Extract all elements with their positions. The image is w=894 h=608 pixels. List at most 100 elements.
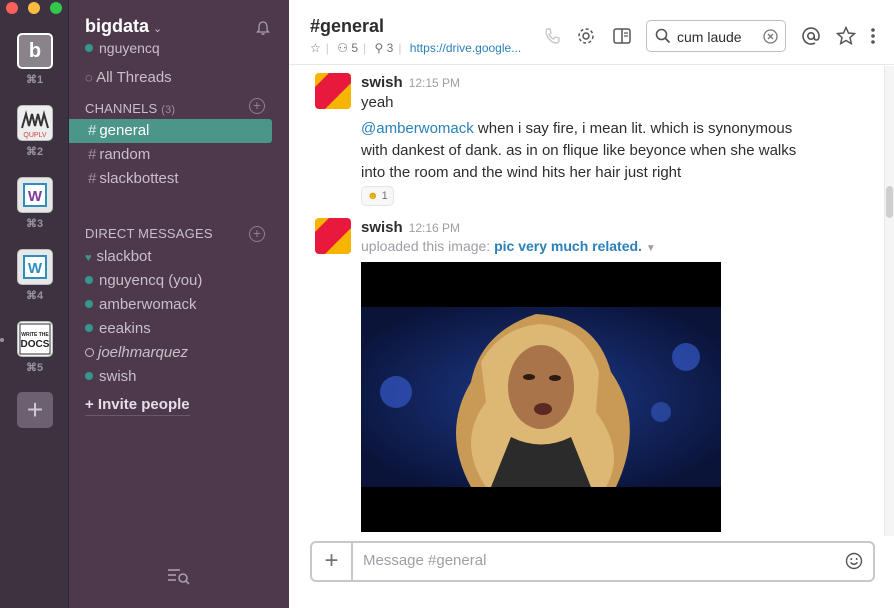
dm-item-amberwomack[interactable]: amberwomack	[85, 294, 197, 316]
add-team-button[interactable]: +	[17, 392, 53, 428]
upload-prefix: uploaded this image:	[361, 238, 491, 254]
message-text: @amberwomack when i say fire, i mean lit…	[361, 118, 821, 184]
team-initial: b	[28, 39, 42, 62]
dm-label: slackbot	[96, 248, 152, 265]
team-menu-button[interactable]: bigdata ⌄	[85, 16, 162, 37]
svg-text:QUPLV: QUPLV	[23, 132, 47, 139]
invite-people-button[interactable]: + Invite people	[85, 396, 190, 416]
swish-avatar-icon	[315, 218, 351, 254]
presence-online-icon	[85, 276, 93, 284]
uploaded-image[interactable]	[361, 262, 721, 532]
message-composer[interactable]: + Message #general	[310, 541, 875, 582]
team-writethedocs-button[interactable]: WRITE THE DOCS	[17, 321, 53, 357]
add-channel-button[interactable]: +	[249, 98, 265, 114]
search-input[interactable]: cum laude	[646, 20, 786, 52]
file-name-link[interactable]: pic very much related.	[494, 238, 642, 254]
dm-item-joelhmarquez[interactable]: joelhmarquez	[85, 342, 188, 364]
team-shortcut: ⌘2	[25, 146, 44, 158]
quick-switcher-icon[interactable]	[166, 566, 192, 586]
hash-icon: #	[88, 146, 97, 163]
message-timestamp[interactable]: 12:15 PM	[409, 76, 460, 90]
all-threads-label: All Threads	[96, 69, 172, 86]
sidebar-item-random[interactable]: # random	[69, 143, 272, 167]
channels-header[interactable]: CHANNELS (3)	[85, 101, 175, 116]
dm-item-swish[interactable]: swish	[85, 366, 137, 388]
upload-caption: uploaded this image: pic very much relat…	[361, 238, 656, 254]
more-options-icon[interactable]	[865, 25, 881, 47]
dm-header-label: DIRECT MESSAGES	[85, 226, 213, 241]
star-icon[interactable]: ☆	[310, 41, 321, 55]
message-text: yeah	[361, 94, 394, 111]
sidebar-item-slackbottest[interactable]: # slackbottest	[69, 167, 272, 191]
svg-text:W: W	[28, 260, 43, 277]
channels-header-label: CHANNELS	[85, 101, 158, 116]
search-icon	[655, 28, 671, 44]
emoji-icon[interactable]	[845, 552, 863, 570]
dm-item-eeakins[interactable]: eeakins	[85, 318, 151, 340]
avatar[interactable]	[315, 73, 351, 109]
message-scrollbar[interactable]	[884, 66, 894, 536]
author-name: swish	[361, 74, 403, 91]
team-bigdata-button[interactable]: b	[17, 33, 53, 69]
channel-sidebar: bigdata ⌄ nguyencq ◌ All Threads CHANNELS…	[69, 0, 289, 608]
team-shortcut: ⌘1	[25, 74, 44, 86]
member-count: 5	[351, 41, 359, 55]
channel-label: random	[99, 146, 151, 163]
starred-items-icon[interactable]	[835, 25, 857, 47]
current-user-name: nguyencq	[99, 40, 160, 56]
hash-icon: #	[88, 170, 97, 187]
reaction-button[interactable]: ☻ 1	[361, 186, 394, 206]
pin-icon[interactable]: ⚲	[375, 41, 384, 55]
team-quplv-button[interactable]: QUPLV	[17, 105, 53, 141]
message-author[interactable]: swish 12:15 PM	[361, 74, 460, 91]
heart-icon: ♥	[85, 252, 92, 264]
laughing-emoji-icon: ☻	[367, 190, 379, 202]
dm-item-slackbot[interactable]: ♥ slackbot	[85, 246, 152, 268]
sidebar-item-general[interactable]: # general	[69, 119, 272, 143]
avatar[interactable]	[315, 218, 351, 254]
message-author[interactable]: swish 12:16 PM	[361, 219, 460, 236]
dm-label: eeakins	[99, 320, 151, 337]
chevron-down-icon: ⌄	[153, 23, 163, 35]
team-w-logo: W	[23, 183, 47, 207]
channel-topic-link[interactable]: https://drive.google...	[410, 41, 521, 55]
clear-search-icon[interactable]	[763, 29, 778, 44]
team-writethedocs-logo: WRITE THE DOCS	[19, 323, 51, 355]
message-input[interactable]: Message #general	[363, 552, 486, 569]
scrollbar-thumb[interactable]	[886, 186, 893, 218]
add-dm-button[interactable]: +	[249, 226, 265, 242]
minimize-window-button[interactable]	[28, 2, 40, 14]
channel-label: slackbottest	[99, 170, 179, 187]
team-shortcut: ⌘4	[25, 290, 44, 302]
attach-button[interactable]: +	[312, 543, 353, 580]
author-name: swish	[361, 219, 403, 236]
team-w-logo: W	[23, 255, 47, 279]
channel-label: general	[99, 122, 150, 139]
current-user[interactable]: nguyencq	[85, 40, 160, 56]
dm-item-nguyencq[interactable]: nguyencq (you)	[85, 270, 202, 292]
members-icon[interactable]: ⚇	[337, 41, 348, 55]
bell-icon[interactable]	[255, 20, 271, 36]
team-w1-button[interactable]: W	[17, 177, 53, 213]
photo-performer-image	[361, 262, 721, 532]
channel-title[interactable]: #general	[310, 16, 384, 37]
gear-icon[interactable]	[575, 25, 597, 47]
message-timestamp[interactable]: 12:16 PM	[409, 221, 460, 235]
svg-text:W: W	[28, 188, 43, 205]
team-w2-button[interactable]: W	[17, 249, 53, 285]
dm-label: swish	[99, 368, 137, 385]
pinned-count: 3	[386, 41, 394, 55]
search-value: cum laude	[677, 29, 742, 45]
direct-messages-header[interactable]: DIRECT MESSAGES	[85, 226, 213, 241]
user-mention[interactable]: @amberwomack	[361, 120, 474, 137]
sidebar-toggle-icon[interactable]	[611, 25, 633, 47]
mentions-icon[interactable]	[800, 25, 822, 47]
presence-online-icon	[85, 372, 93, 380]
phone-icon[interactable]	[541, 25, 563, 47]
presence-away-icon	[85, 348, 94, 357]
close-window-button[interactable]	[6, 2, 18, 14]
chevron-down-icon[interactable]: ▼	[646, 243, 656, 254]
all-threads-link[interactable]: ◌ All Threads	[85, 69, 172, 86]
dm-label: nguyencq (you)	[99, 272, 203, 289]
zoom-window-button[interactable]	[50, 2, 62, 14]
